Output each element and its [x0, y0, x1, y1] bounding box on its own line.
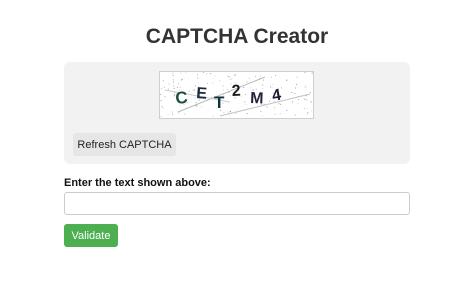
page-title: CAPTCHA Creator [145, 25, 329, 48]
captcha-input[interactable] [64, 192, 410, 215]
captcha-input-label: Enter the text shown above: [64, 177, 211, 189]
captcha-image: CET2M4 [159, 71, 314, 119]
captcha-char: C [174, 88, 188, 108]
captcha-creator-page: CAPTCHA Creator CET2M4 Refresh CAPTCHA E… [0, 0, 474, 296]
refresh-captcha-button[interactable]: Refresh CAPTCHA [73, 133, 176, 156]
validate-button[interactable]: Validate [64, 224, 118, 247]
captcha-panel: CET2M4 Refresh CAPTCHA [64, 62, 410, 164]
captcha-char: E [196, 85, 208, 103]
captcha-char: M [250, 90, 264, 107]
captcha-char: 2 [231, 83, 241, 100]
captcha-char: T [214, 93, 225, 112]
captcha-char: 4 [271, 87, 283, 105]
